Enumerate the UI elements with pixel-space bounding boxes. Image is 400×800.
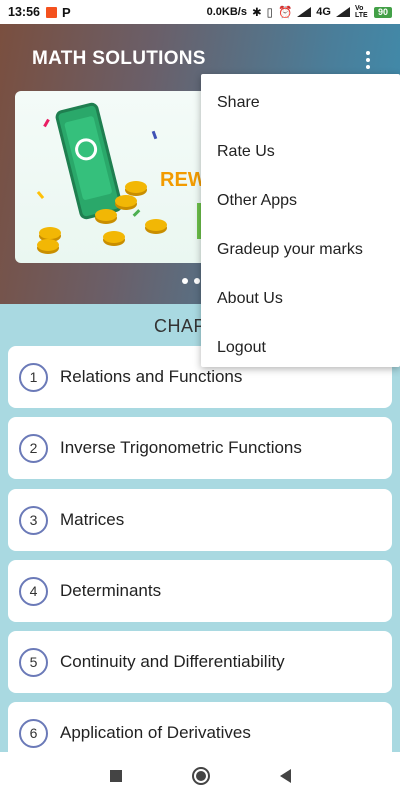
back-icon[interactable] [279,769,291,783]
status-right-group: 0.0KB/s ✱ ▯ ⏰ 4G Vo LTE 90 [207,5,392,19]
chapter-name: Continuity and Differentiability [60,652,285,671]
carousel-indicator [182,278,200,284]
overflow-menu: Share Rate Us Other Apps Gradeup your ma… [201,74,400,367]
menu-item-rate-us[interactable]: Rate Us [201,127,400,176]
chapter-item-2[interactable]: 2 Inverse Trigonometric Functions [8,417,392,479]
app-title: MATH SOLUTIONS [32,48,206,69]
menu-item-other-apps[interactable]: Other Apps [201,176,400,225]
status-bar: 13:56 P 0.0KB/s ✱ ▯ ⏰ 4G Vo LTE 90 [0,0,400,24]
chapter-item-3[interactable]: 3 Matrices [8,489,392,551]
banner-headline: REW [160,169,207,191]
chapter-number-badge: 2 [19,433,48,463]
chapter-name: Application of Derivatives [60,723,251,742]
chapter-number-badge: 5 [19,647,48,677]
menu-item-gradeup[interactable]: Gradeup your marks [201,225,400,274]
menu-item-logout[interactable]: Logout [201,323,400,372]
network-type: 4G [316,6,331,18]
chapter-item-4[interactable]: 4 Determinants [8,560,392,622]
notification-app-icon [45,6,57,18]
chapter-number-badge: 6 [19,718,48,748]
menu-item-about-us[interactable]: About Us [201,274,400,323]
alarm-icon: ⏰ [277,7,293,19]
notification-p-icon: P [61,4,71,20]
menu-item-share[interactable]: Share [201,78,400,127]
promo-banner[interactable]: REW [15,91,215,263]
recent-apps-icon[interactable] [109,770,122,782]
chapter-name: Matrices [60,510,125,529]
signal-icon-2 [335,7,350,17]
volte-label: Vo LTE [354,5,368,19]
status-time: 13:56 [8,5,40,19]
chapter-number-badge: 4 [19,576,48,606]
chapter-number-badge: 3 [19,505,48,535]
network-speed: 0.0KB/s [206,6,247,18]
more-vert-icon[interactable] [356,48,380,72]
system-navigation-bar [0,752,400,800]
bluetooth-icon: ✱ [251,7,262,19]
phone-illustration [54,101,124,221]
chapter-item-5[interactable]: 5 Continuity and Differentiability [8,631,392,693]
home-icon[interactable] [191,767,210,785]
chapter-name: Determinants [60,581,162,600]
chapter-item-6[interactable]: 6 Application of Derivatives [8,702,392,752]
battery-icon: 90 [373,6,392,18]
chapter-number-badge: 1 [19,362,48,392]
chapter-name: Inverse Trigonometric Functions [60,438,302,457]
signal-icon [297,7,312,17]
vibrate-icon: ▯ [266,7,273,19]
chapters-heading: CHAP [154,316,207,336]
